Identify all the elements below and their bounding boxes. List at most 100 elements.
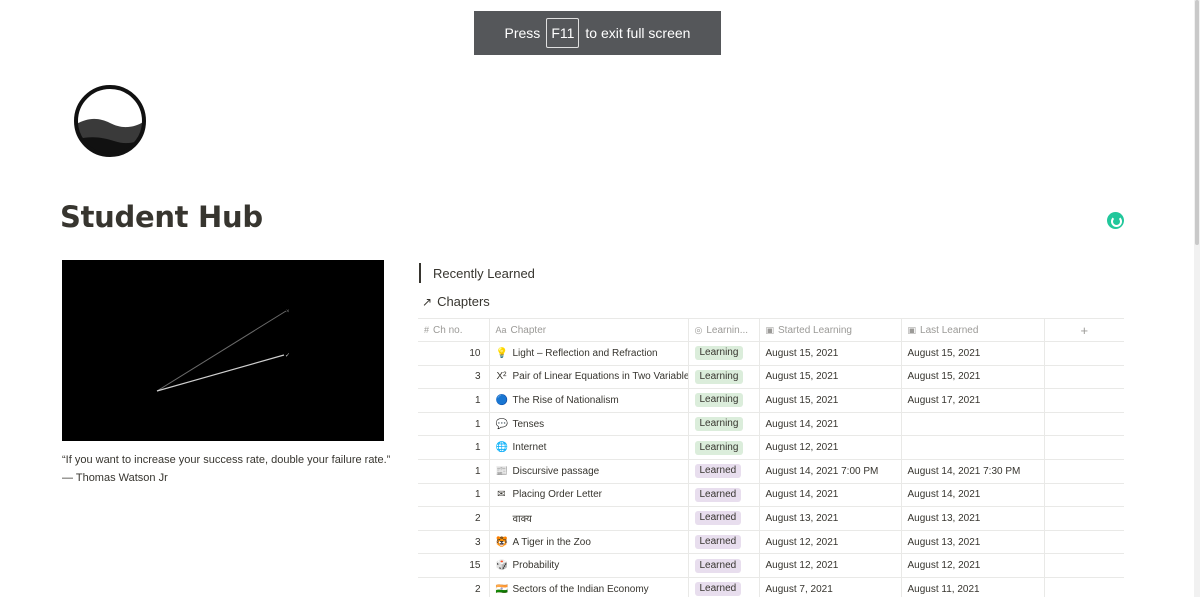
ch-no-cell[interactable]: 2 <box>418 506 490 531</box>
last-learned-cell[interactable]: August 13, 2021 <box>901 506 1045 531</box>
started-learning-cell[interactable]: August 12, 2021 <box>759 553 902 578</box>
chapter-cell[interactable]: 🌐 Internet <box>489 435 689 460</box>
chapter-cell[interactable]: 💡 Light – Reflection and Refraction <box>489 341 689 366</box>
table-row[interactable]: 15 🎲 Probability Learned August 12, 2021 Augu… <box>418 553 1124 578</box>
page-icon[interactable] <box>72 83 148 159</box>
started-learning-cell[interactable]: August 12, 2021 <box>759 530 902 555</box>
learning-status-cell[interactable]: Learning <box>688 365 760 390</box>
chapter-title[interactable]: A Tiger in the Zoo <box>513 537 591 548</box>
empty-cell[interactable] <box>1044 435 1124 460</box>
empty-cell[interactable] <box>1044 341 1124 366</box>
ch-no-cell[interactable]: 1 <box>418 388 490 413</box>
chapter-cell[interactable]: X² Pair of Linear Equations in Two Variab… <box>489 365 689 390</box>
learning-status-cell[interactable]: Learning <box>688 412 760 437</box>
chapter-title[interactable]: Light – Reflection and Refraction <box>513 348 658 359</box>
empty-cell[interactable] <box>1044 459 1124 484</box>
sync-status-icon[interactable] <box>1107 212 1124 229</box>
ch-no-cell[interactable]: 1 <box>418 459 490 484</box>
column-header-learning[interactable]: ◎ Learnin... <box>688 318 760 342</box>
learning-status-cell[interactable]: Learned <box>688 530 760 555</box>
table-row[interactable]: 1 📰 Discursive passage Learned August 14, 20… <box>418 459 1124 484</box>
learning-status-cell[interactable]: Learned <box>688 506 760 531</box>
column-header-last-learned[interactable]: ▣ Last Learned <box>901 318 1045 342</box>
ch-no-cell[interactable]: 1 <box>418 483 490 508</box>
chapter-cell[interactable]: 🐯 A Tiger in the Zoo <box>489 530 689 555</box>
ch-no-cell[interactable]: 3 <box>418 530 490 555</box>
started-learning-cell[interactable]: August 13, 2021 <box>759 506 902 531</box>
last-learned-cell[interactable]: August 14, 2021 <box>901 483 1045 508</box>
chapter-title[interactable]: Pair of Linear Equations in Two Variable… <box>513 371 688 382</box>
table-row[interactable]: 3 X² Pair of Linear Equations in Two Varia… <box>418 365 1124 390</box>
learning-status-cell[interactable]: Learning <box>688 435 760 460</box>
chapter-cell[interactable]: वाक्य <box>489 506 689 531</box>
embedded-video[interactable]: × ✓ <box>62 260 384 441</box>
chapter-title[interactable]: Sectors of the Indian Economy <box>513 584 649 595</box>
chapter-title[interactable]: Placing Order Letter <box>513 489 603 500</box>
column-header-started-learning[interactable]: ▣ Started Learning <box>759 318 902 342</box>
started-learning-cell[interactable]: August 15, 2021 <box>759 341 902 366</box>
chapter-cell[interactable]: 🇮🇳 Sectors of the Indian Economy <box>489 577 689 597</box>
learning-status-cell[interactable]: Learning <box>688 341 760 366</box>
table-row[interactable]: 1 🌐 Internet Learning August 12, 2021 <box>418 435 1124 460</box>
table-row[interactable]: 10 💡 Light – Reflection and Refraction Lear… <box>418 341 1124 366</box>
learning-status-cell[interactable]: Learned <box>688 483 760 508</box>
ch-no-cell[interactable]: 15 <box>418 553 490 578</box>
table-row[interactable]: 1 ✉ Placing Order Letter Learned August 14, … <box>418 483 1124 508</box>
chapter-cell[interactable]: 📰 Discursive passage <box>489 459 689 484</box>
chapter-cell[interactable]: 💬 Tenses <box>489 412 689 437</box>
ch-no-cell[interactable]: 1 <box>418 435 490 460</box>
started-learning-cell[interactable]: August 15, 2021 <box>759 365 902 390</box>
last-learned-cell[interactable]: August 11, 2021 <box>901 577 1045 597</box>
table-row[interactable]: 1 💬 Tenses Learning August 14, 2021 <box>418 412 1124 437</box>
empty-cell[interactable] <box>1044 365 1124 390</box>
empty-cell[interactable] <box>1044 483 1124 508</box>
table-row[interactable]: 1 🔵 The Rise of Nationalism Learning August … <box>418 388 1124 413</box>
database-link[interactable]: ↗ Chapters <box>422 294 490 309</box>
learning-status-cell[interactable]: Learned <box>688 459 760 484</box>
chapter-title[interactable]: Tenses <box>513 419 545 430</box>
started-learning-cell[interactable]: August 7, 2021 <box>759 577 902 597</box>
empty-cell[interactable] <box>1044 412 1124 437</box>
column-header-ch-no[interactable]: # Ch no. <box>418 318 490 342</box>
last-learned-cell[interactable]: August 13, 2021 <box>901 530 1045 555</box>
chapter-title[interactable]: The Rise of Nationalism <box>513 395 619 406</box>
chapter-title[interactable]: Probability <box>513 560 560 571</box>
table-row[interactable]: 2 वाक्य Learned August 13, 2021 August 13, 2… <box>418 506 1124 531</box>
started-learning-cell[interactable]: August 15, 2021 <box>759 388 902 413</box>
page-scrollbar[interactable] <box>1194 0 1200 597</box>
started-learning-cell[interactable]: August 14, 2021 <box>759 483 902 508</box>
chapter-title[interactable]: Internet <box>513 442 547 453</box>
empty-cell[interactable] <box>1044 577 1124 597</box>
last-learned-cell[interactable]: August 14, 2021 7:30 PM <box>901 459 1045 484</box>
last-learned-cell[interactable]: August 15, 2021 <box>901 365 1045 390</box>
learning-status-cell[interactable]: Learned <box>688 553 760 578</box>
started-learning-cell[interactable]: August 14, 2021 7:00 PM <box>759 459 902 484</box>
last-learned-cell[interactable]: August 12, 2021 <box>901 553 1045 578</box>
table-row[interactable]: 3 🐯 A Tiger in the Zoo Learned August 12, 20… <box>418 530 1124 555</box>
scrollbar-thumb[interactable] <box>1195 0 1199 245</box>
ch-no-cell[interactable]: 3 <box>418 365 490 390</box>
started-learning-cell[interactable]: August 12, 2021 <box>759 435 902 460</box>
chapter-title[interactable]: वाक्य <box>513 514 532 525</box>
chapter-cell[interactable]: ✉ Placing Order Letter <box>489 483 689 508</box>
chapter-title[interactable]: Discursive passage <box>513 466 600 477</box>
last-learned-cell[interactable]: August 15, 2021 <box>901 341 1045 366</box>
empty-cell[interactable] <box>1044 506 1124 531</box>
ch-no-cell[interactable]: 1 <box>418 412 490 437</box>
empty-cell[interactable] <box>1044 530 1124 555</box>
ch-no-cell[interactable]: 2 <box>418 577 490 597</box>
learning-status-cell[interactable]: Learning <box>688 388 760 413</box>
last-learned-cell[interactable]: August 17, 2021 <box>901 388 1045 413</box>
chapter-cell[interactable]: 🎲 Probability <box>489 553 689 578</box>
table-row[interactable]: 2 🇮🇳 Sectors of the Indian Economy Learned A… <box>418 577 1124 597</box>
learning-status-cell[interactable]: Learned <box>688 577 760 597</box>
chapter-cell[interactable]: 🔵 The Rise of Nationalism <box>489 388 689 413</box>
empty-cell[interactable] <box>1044 553 1124 578</box>
add-column-button[interactable]: + <box>1044 318 1124 342</box>
started-learning-cell[interactable]: August 14, 2021 <box>759 412 902 437</box>
ch-no-cell[interactable]: 10 <box>418 341 490 366</box>
column-header-chapter[interactable]: Aa Chapter <box>489 318 689 342</box>
last-learned-cell[interactable] <box>901 412 1045 437</box>
empty-cell[interactable] <box>1044 388 1124 413</box>
last-learned-cell[interactable] <box>901 435 1045 460</box>
